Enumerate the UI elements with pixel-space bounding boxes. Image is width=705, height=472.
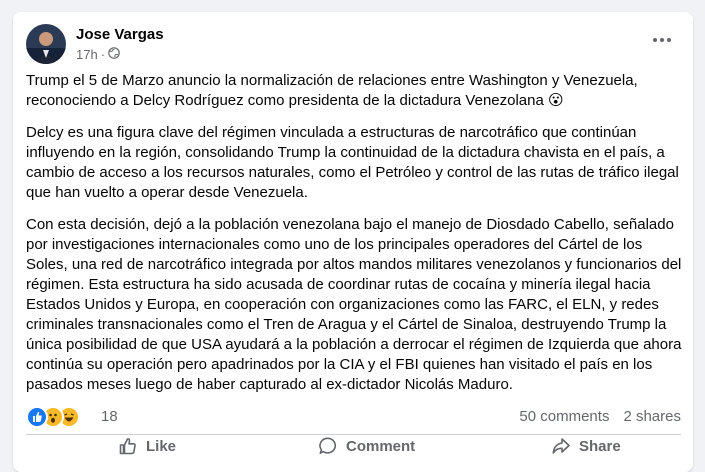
reaction-count[interactable]: 18 [101, 408, 118, 425]
post-header: Jose Vargas 17h · [26, 24, 671, 68]
reaction-summary: 18 50 comments 2 shares [26, 406, 681, 428]
comment-label: Comment [346, 437, 416, 455]
like-reaction-icon [26, 406, 48, 428]
comments-count[interactable]: 50 comments [519, 408, 609, 425]
more-options-icon[interactable] [650, 30, 674, 50]
comment-bubble-icon [318, 436, 338, 456]
post-card: Jose Vargas 17h · Trump el 5 de Marzo an… [13, 12, 693, 472]
comment-button[interactable]: Comment [318, 436, 415, 456]
engagement-stats: 50 comments 2 shares [519, 408, 681, 425]
reaction-icons[interactable] [26, 406, 80, 428]
share-button[interactable]: Share [551, 436, 621, 456]
post-time[interactable]: 17h [76, 47, 98, 62]
post-paragraph: Con esta decisión, dejó a la población v… [26, 216, 682, 393]
author-name[interactable]: Jose Vargas [76, 26, 164, 43]
post-text: Trump el 5 de Marzo anuncio la normaliza… [26, 71, 686, 407]
share-label: Share [579, 437, 621, 455]
author-avatar[interactable] [26, 24, 66, 64]
globe-icon [108, 47, 120, 62]
shares-count[interactable]: 2 shares [623, 408, 681, 425]
like-label: Like [146, 437, 177, 455]
share-arrow-icon [551, 436, 571, 456]
post-paragraph: Trump el 5 de Marzo anuncio la normaliza… [26, 72, 638, 109]
post-paragraph: Delcy es una figura clave del régimen vi… [26, 124, 679, 201]
post-meta: 17h · [76, 47, 120, 62]
action-divider [26, 434, 681, 435]
action-bar: Like Comment Share [26, 436, 681, 460]
like-button[interactable]: Like [118, 436, 176, 456]
thumbs-up-icon [118, 436, 138, 456]
